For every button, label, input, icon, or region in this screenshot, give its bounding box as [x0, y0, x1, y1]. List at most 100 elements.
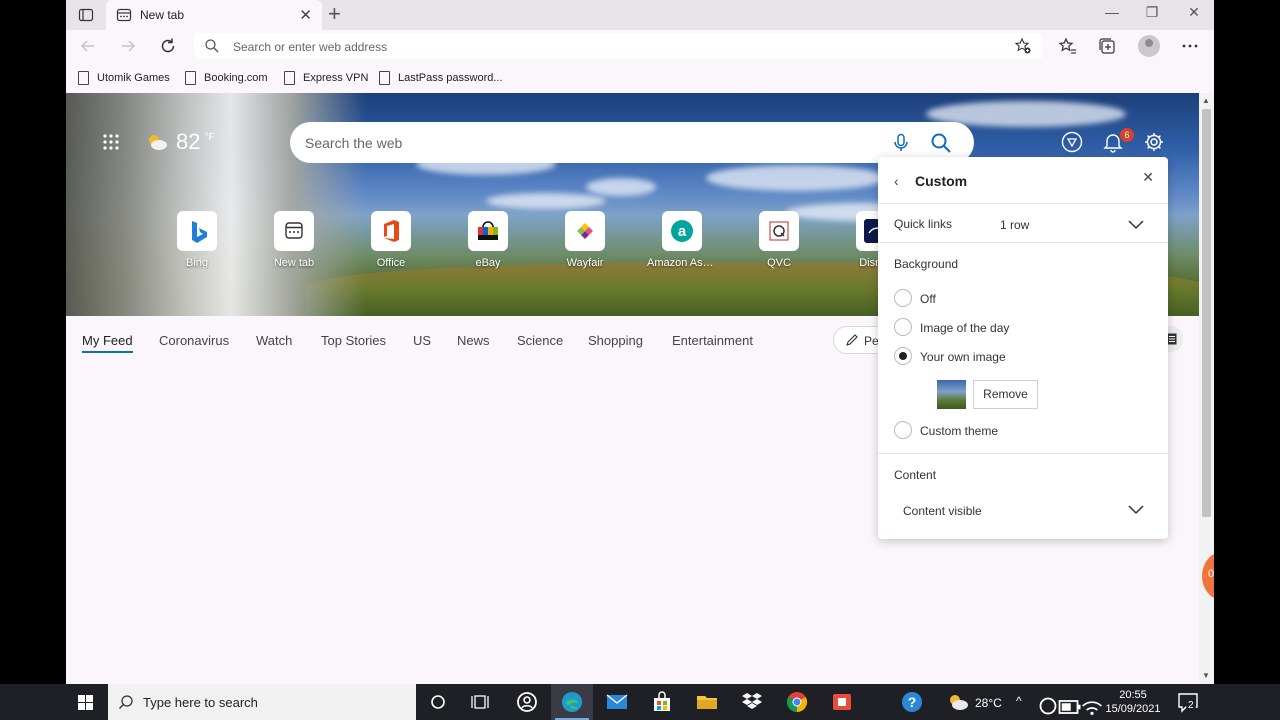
help-icon[interactable]: ?	[900, 690, 924, 714]
feed-tab-shopping[interactable]: Shopping	[588, 333, 643, 348]
radio-button[interactable]	[894, 318, 912, 336]
refresh-icon[interactable]	[158, 36, 178, 56]
tab-actions-icon[interactable]	[78, 7, 94, 23]
taskbar-edge-active[interactable]	[551, 684, 593, 720]
radio-button-selected[interactable]	[894, 347, 912, 365]
favorite-lastpass[interactable]: LastPass password...	[379, 69, 503, 87]
web-search-box[interactable]: Search the web	[290, 122, 974, 163]
feed-tab-watch[interactable]: Watch	[256, 333, 292, 348]
more-menu-icon[interactable]	[1180, 36, 1200, 56]
cortana-icon[interactable]	[426, 690, 450, 714]
background-label: Background	[894, 257, 959, 271]
bing-icon	[177, 211, 217, 251]
personalize-label: Pe	[864, 334, 879, 348]
favorite-label: LastPass password...	[398, 72, 503, 84]
radio-button[interactable]	[894, 289, 912, 307]
radio-label: Your own image	[920, 350, 1006, 364]
content-visibility-dropdown[interactable]: Content visible	[878, 493, 1168, 527]
quick-link-office[interactable]: Office	[356, 211, 426, 269]
quick-links-dropdown[interactable]: Quick links 1 row	[878, 204, 1168, 242]
rewards-icon[interactable]	[1061, 131, 1083, 153]
tray-device-icon[interactable]	[1036, 694, 1060, 718]
task-view-icon[interactable]	[469, 690, 493, 714]
favorite-express-vpn[interactable]: Express VPN	[284, 69, 368, 87]
feed-tab-news[interactable]: News	[457, 333, 490, 348]
address-bar[interactable]: Search or enter web address	[194, 33, 1042, 59]
forward-icon[interactable]	[118, 36, 138, 56]
search-submit-icon[interactable]	[930, 132, 952, 154]
quick-link-label: Wayfair	[566, 257, 604, 269]
scroll-up-icon[interactable]: ▲	[1202, 96, 1210, 105]
search-icon	[119, 695, 133, 709]
address-placeholder: Search or enter web address	[233, 40, 388, 54]
taskbar-weather[interactable]: 28°C	[975, 696, 1002, 710]
windows-logo-icon[interactable]	[78, 695, 93, 710]
quick-link-label: eBay	[475, 257, 501, 269]
partly-cloudy-icon	[149, 135, 167, 150]
panel-close-icon[interactable]: ✕	[1142, 169, 1154, 186]
tray-chevron-up-icon[interactable]: ^	[1016, 694, 1022, 708]
radio-button[interactable]	[894, 421, 912, 439]
weather-widget[interactable]: 82 °F	[146, 129, 215, 155]
svg-text:?: ?	[908, 694, 917, 710]
content-value: Content visible	[903, 504, 982, 518]
file-explorer-icon[interactable]	[695, 690, 719, 714]
windows-start-icon[interactable]	[0, 684, 40, 720]
store-icon[interactable]	[650, 690, 674, 714]
settings-gear-icon[interactable]	[1143, 131, 1165, 153]
quick-link-wayfair[interactable]: Wayfair	[550, 211, 620, 269]
quick-link-amazon-assistant[interactable]: a Amazon Assi...	[647, 211, 717, 269]
scroll-down-icon[interactable]: ▼	[1202, 671, 1210, 680]
scrollbar-thumb[interactable]	[1202, 109, 1211, 517]
remove-image-button[interactable]: Remove	[973, 380, 1038, 409]
quick-link-label: QVC	[767, 257, 791, 269]
dropbox-icon[interactable]	[740, 690, 764, 714]
app-icon-circle[interactable]	[515, 690, 539, 714]
panel-title: Custom	[915, 173, 968, 189]
layout-icon	[1167, 333, 1177, 345]
microphone-icon[interactable]	[892, 133, 910, 153]
minimize-icon[interactable]: —	[1092, 4, 1132, 20]
favorite-utomik-games[interactable]: Utomik Games	[78, 69, 170, 87]
weather-cloud-icon[interactable]	[946, 690, 970, 714]
feed-tab-entertainment[interactable]: Entertainment	[672, 333, 753, 348]
window-close-icon[interactable]: ✕	[1174, 4, 1214, 21]
cloud	[486, 193, 606, 209]
add-favorite-icon[interactable]	[1014, 37, 1032, 55]
address-toolbar: Search or enter web address	[66, 30, 1214, 62]
radio-label: Custom theme	[920, 424, 999, 438]
feed-tab-top-stories[interactable]: Top Stories	[321, 333, 386, 348]
divider	[878, 242, 1168, 243]
close-tab-icon[interactable]: ✕	[299, 6, 312, 24]
feed-tab-us[interactable]: US	[413, 333, 431, 348]
back-icon[interactable]	[78, 36, 98, 56]
feed-tab-my-feed[interactable]: My Feed	[82, 333, 133, 353]
feed-tab-coronavirus[interactable]: Coronavirus	[159, 333, 229, 348]
quick-link-ebay[interactable]: eBay	[453, 211, 523, 269]
battery-icon[interactable]	[1058, 695, 1082, 719]
taskbar-search-box[interactable]: Type here to search	[108, 684, 416, 720]
restore-icon[interactable]: ❐	[1132, 4, 1172, 21]
system-clock[interactable]: 20:55 15/09/2021	[1100, 688, 1166, 716]
quick-link-qvc[interactable]: QVC	[744, 211, 814, 269]
quick-link-bing[interactable]: Bing	[162, 211, 232, 269]
mail-icon[interactable]	[605, 690, 629, 714]
chrome-icon[interactable]	[785, 690, 809, 714]
profile-avatar[interactable]	[1138, 35, 1160, 57]
favorite-booking[interactable]: Booking.com	[185, 69, 268, 87]
new-tab-button[interactable]: +	[328, 3, 341, 25]
search-icon	[205, 39, 219, 53]
content-label: Content	[894, 468, 937, 482]
page-icon	[185, 71, 196, 85]
tab-new-tab[interactable]: New tab ✕	[106, 0, 322, 30]
feed-tab-science[interactable]: Science	[517, 333, 563, 348]
collections-icon[interactable]	[1097, 36, 1117, 56]
cloud	[586, 178, 656, 196]
clock-date: 15/09/2021	[1105, 703, 1161, 715]
quick-link-new-tab[interactable]: New tab	[259, 211, 329, 269]
recorder-icon[interactable]	[830, 690, 854, 714]
favorites-icon[interactable]	[1058, 36, 1078, 56]
web-search-placeholder: Search the web	[305, 135, 403, 151]
app-launcher-icon[interactable]	[102, 133, 120, 151]
back-chevron-icon[interactable]: ‹	[894, 173, 899, 189]
